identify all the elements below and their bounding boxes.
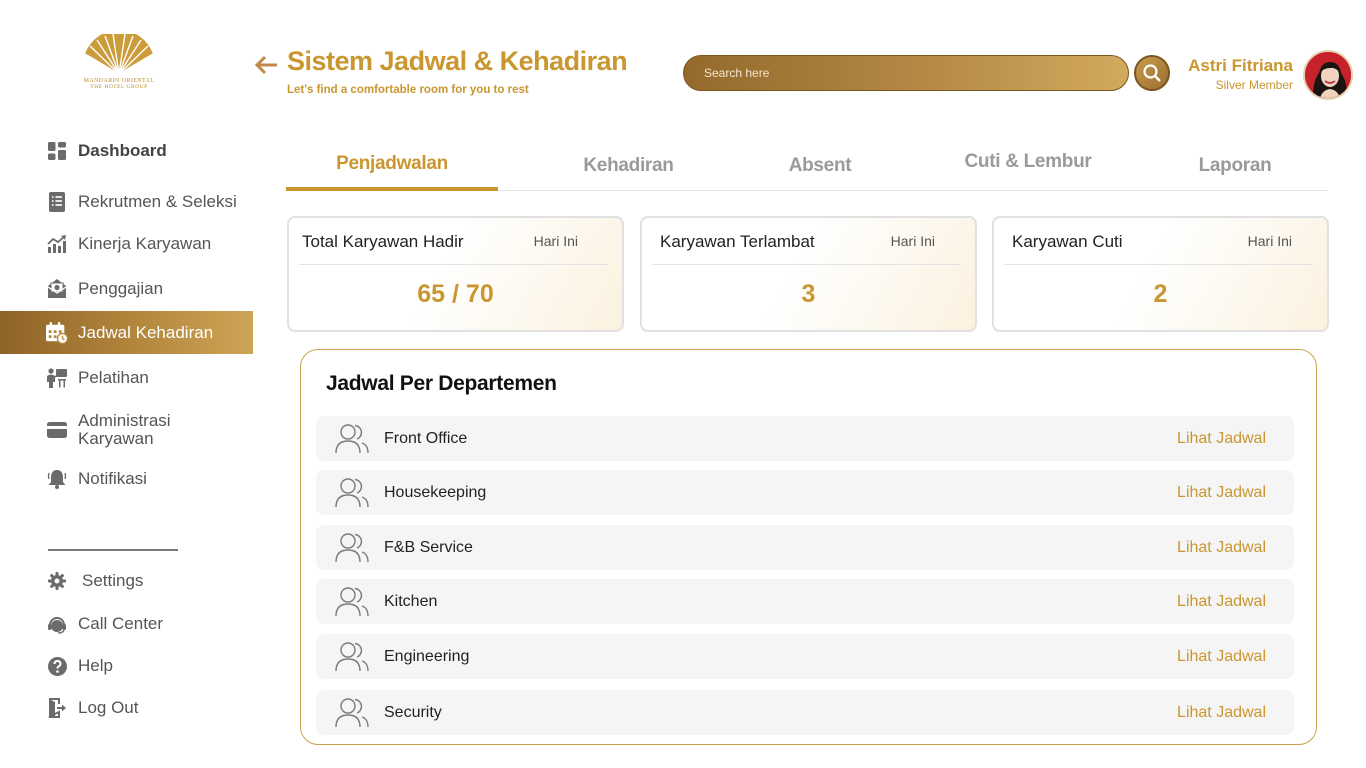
tab-bar: Penjadwalan Kehadiran Absent Cuti & Lemb… — [286, 140, 1328, 191]
department-name: F&B Service — [384, 538, 473, 556]
department-name: Kitchen — [384, 592, 438, 610]
users-icon — [335, 587, 369, 617]
sidebar-item-pelatihan[interactable]: Pelatihan — [0, 366, 253, 390]
sidebar-item-label: Notifikasi — [78, 469, 147, 488]
training-icon — [46, 367, 68, 389]
department-name: Security — [384, 703, 442, 721]
stat-value: 3 — [801, 280, 816, 308]
user-photo — [1305, 52, 1351, 98]
view-schedule-link[interactable]: Lihat Jadwal — [1177, 704, 1266, 722]
stat-value: 65 / 70 — [417, 280, 494, 308]
users-icon — [335, 642, 369, 672]
search-icon — [1143, 64, 1161, 82]
sidebar-item-label: Call Center — [78, 614, 164, 633]
tab-penjadwalan[interactable]: Penjadwalan — [286, 140, 498, 191]
department-row: F&B Service Lihat Jadwal — [316, 525, 1294, 570]
sidebar-item-settings[interactable]: Settings — [0, 569, 253, 593]
user-role: Silver Member — [1215, 78, 1293, 92]
payroll-icon — [46, 278, 68, 300]
tab-absent[interactable]: Absent — [736, 140, 904, 191]
users-icon — [335, 533, 369, 563]
stat-divider — [1004, 264, 1313, 265]
help-icon — [46, 655, 68, 677]
sidebar-item-administrasi[interactable]: Administrasi Karyawan — [0, 410, 253, 450]
sidebar-divider — [48, 549, 178, 551]
dashboard-grid-icon — [46, 140, 68, 162]
sidebar-item-dashboard[interactable]: Dashboard — [0, 139, 253, 163]
brand-tagline: THE HOTEL GROUP — [90, 84, 148, 90]
sidebar-item-label: Jadwal Kehadiran — [78, 322, 214, 342]
brand-logo: MANDARIN ORIENTAL THE HOTEL GROUP — [74, 34, 164, 98]
sidebar-item-label: Administrasi Karyawan — [78, 411, 171, 448]
sidebar-item-label: Dashboard — [78, 141, 167, 160]
sidebar-item-notifikasi[interactable]: Notifikasi — [0, 467, 253, 491]
chart-trend-icon — [46, 233, 68, 255]
tab-cuti-lembur[interactable]: Cuti & Lembur — [926, 140, 1130, 184]
department-row: Housekeeping Lihat Jadwal — [316, 470, 1294, 515]
users-icon — [335, 478, 369, 508]
view-schedule-link[interactable]: Lihat Jadwal — [1177, 593, 1266, 611]
stat-period: Hari Ini — [533, 233, 578, 249]
stat-title: Total Karyawan Hadir — [302, 232, 464, 251]
sidebar-item-label: Help — [78, 656, 113, 675]
users-icon — [335, 424, 369, 454]
calendar-clock-icon — [46, 321, 68, 344]
stat-value: 2 — [1153, 280, 1168, 308]
department-schedule-panel: Jadwal Per Departemen Front Office Lihat… — [300, 349, 1317, 745]
tab-kehadiran[interactable]: Kehadiran — [526, 140, 731, 191]
search-input[interactable] — [704, 66, 1128, 80]
stat-divider — [299, 264, 608, 265]
panel-title: Jadwal Per Departemen — [326, 372, 557, 395]
avatar[interactable] — [1303, 50, 1353, 100]
department-name: Front Office — [384, 429, 468, 447]
stat-divider — [652, 264, 961, 265]
sidebar-item-help[interactable]: Help — [0, 654, 253, 678]
bell-icon — [46, 468, 68, 490]
gear-icon — [46, 570, 68, 592]
view-schedule-link[interactable]: Lihat Jadwal — [1177, 430, 1266, 448]
stat-card-terlambat: Karyawan Terlambat Hari Ini 3 — [640, 216, 977, 332]
view-schedule-link[interactable]: Lihat Jadwal — [1177, 648, 1266, 666]
department-row: Engineering Lihat Jadwal — [316, 634, 1294, 679]
card-icon — [46, 419, 68, 441]
stat-period: Hari Ini — [890, 233, 935, 249]
department-name: Engineering — [384, 647, 470, 665]
stat-card-cuti: Karyawan Cuti Hari Ini 2 — [992, 216, 1329, 332]
sidebar-item-rekrutmen[interactable]: Rekrutmen & Seleksi — [0, 190, 253, 214]
sidebar-item-jadwal-kehadiran[interactable]: Jadwal Kehadiran — [0, 311, 253, 354]
search-bar[interactable] — [683, 55, 1129, 91]
document-list-icon — [46, 191, 68, 213]
view-schedule-link[interactable]: Lihat Jadwal — [1177, 539, 1266, 557]
sidebar-item-label: Pelatihan — [78, 368, 149, 387]
page-subtitle: Let's find a comfortable room for you to… — [287, 84, 529, 96]
sidebar-item-label: Kinerja Karyawan — [78, 234, 212, 253]
back-arrow-icon[interactable] — [254, 54, 278, 76]
sidebar-item-label: Settings — [82, 571, 144, 590]
sidebar-item-kinerja[interactable]: Kinerja Karyawan — [0, 232, 253, 256]
department-row: Front Office Lihat Jadwal — [316, 416, 1294, 461]
department-row: Security Lihat Jadwal — [316, 690, 1294, 735]
sidebar-item-call-center[interactable]: Call Center — [0, 612, 253, 636]
view-schedule-link[interactable]: Lihat Jadwal — [1177, 484, 1266, 502]
stat-period: Hari Ini — [1247, 233, 1292, 249]
fan-logo-icon — [84, 34, 154, 75]
logout-icon — [46, 697, 68, 719]
page-title: Sistem Jadwal & Kehadiran — [287, 46, 628, 76]
user-name: Astri Fitriana — [1188, 56, 1293, 75]
search-button[interactable] — [1134, 55, 1170, 91]
sidebar-item-label: Log Out — [78, 698, 139, 717]
stat-title: Karyawan Terlambat — [660, 232, 815, 251]
sidebar-item-penggajian[interactable]: Penggajian — [0, 277, 253, 301]
headset-icon — [46, 613, 68, 635]
tab-laporan[interactable]: Laporan — [1146, 140, 1324, 191]
sidebar-item-logout[interactable]: Log Out — [0, 696, 253, 720]
stat-card-hadir: Total Karyawan Hadir Hari Ini 65 / 70 — [287, 216, 624, 332]
sidebar-item-label: Rekrutmen & Seleksi — [78, 192, 237, 211]
users-icon — [335, 698, 369, 728]
department-name: Housekeeping — [384, 483, 487, 501]
department-row: Kitchen Lihat Jadwal — [316, 579, 1294, 624]
stat-title: Karyawan Cuti — [1012, 232, 1123, 251]
sidebar-item-label: Penggajian — [78, 279, 164, 298]
